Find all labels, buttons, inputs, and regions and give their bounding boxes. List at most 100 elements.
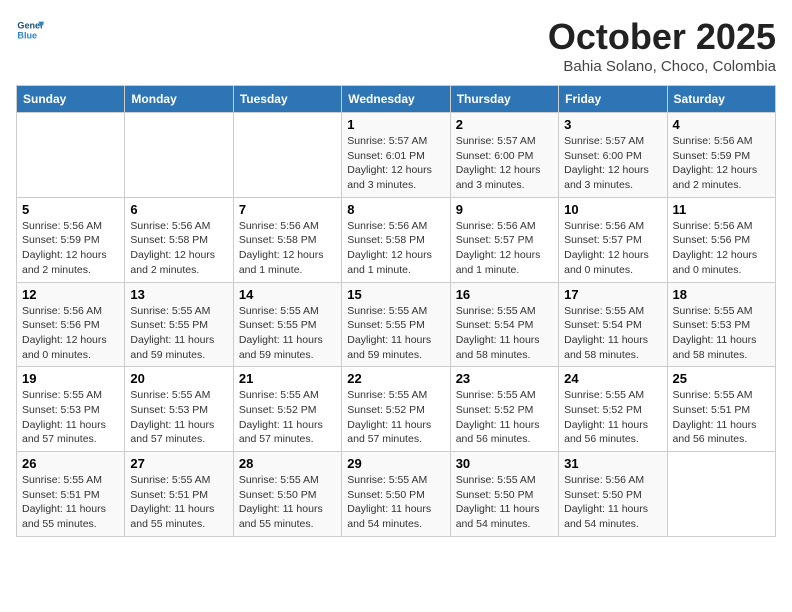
day-info: Sunrise: 5:56 AMSunset: 5:57 PMDaylight:…	[564, 219, 661, 278]
calendar-day-cell: 29 Sunrise: 5:55 AMSunset: 5:50 PMDayligh…	[342, 452, 450, 537]
day-info: Sunrise: 5:55 AMSunset: 5:52 PMDaylight:…	[347, 388, 444, 447]
day-info: Sunrise: 5:55 AMSunset: 5:54 PMDaylight:…	[456, 304, 553, 363]
day-number: 27	[130, 456, 227, 471]
day-number: 19	[22, 371, 119, 386]
calendar-header-row: SundayMondayTuesdayWednesdayThursdayFrid…	[17, 86, 776, 113]
day-number: 1	[347, 117, 444, 132]
day-info: Sunrise: 5:57 AMSunset: 6:01 PMDaylight:…	[347, 134, 444, 193]
logo: General Blue	[16, 16, 44, 44]
calendar-day-cell: 24Sunrise: 5:55 AMSunset: 5:52 PMDayligh…	[559, 367, 667, 452]
calendar-day-cell: 23 Sunrise: 5:55 AMSunset: 5:52 PMDayligh…	[450, 367, 558, 452]
day-info: Sunrise: 5:55 AMSunset: 5:55 PMDaylight:…	[347, 304, 444, 363]
day-info: Sunrise: 5:55 AMSunset: 5:50 PMDaylight:…	[239, 473, 336, 532]
day-info: Sunrise: 5:56 AMSunset: 5:58 PMDaylight:…	[239, 219, 336, 278]
day-number: 6	[130, 202, 227, 217]
calendar-day-cell: 12 Sunrise: 5:56 AMSunset: 5:56 PMDayligh…	[17, 282, 125, 367]
day-number: 15	[347, 287, 444, 302]
day-info: Sunrise: 5:56 AMSunset: 5:57 PMDaylight:…	[456, 219, 553, 278]
day-info: Sunrise: 5:55 AMSunset: 5:50 PMDaylight:…	[347, 473, 444, 532]
svg-text:Blue: Blue	[17, 30, 37, 40]
day-number: 20	[130, 371, 227, 386]
calendar-day-cell: 8 Sunrise: 5:56 AMSunset: 5:58 PMDaylight…	[342, 197, 450, 282]
calendar-day-cell: 31Sunrise: 5:56 AMSunset: 5:50 PMDayligh…	[559, 452, 667, 537]
calendar-day-cell: 7 Sunrise: 5:56 AMSunset: 5:58 PMDaylight…	[233, 197, 341, 282]
day-number: 29	[347, 456, 444, 471]
calendar-day-cell: 9Sunrise: 5:56 AMSunset: 5:57 PMDaylight…	[450, 197, 558, 282]
weekday-header-cell: Sunday	[17, 86, 125, 113]
day-info: Sunrise: 5:55 AMSunset: 5:55 PMDaylight:…	[239, 304, 336, 363]
calendar-day-cell	[667, 452, 775, 537]
day-number: 11	[673, 202, 770, 217]
day-info: Sunrise: 5:56 AMSunset: 5:59 PMDaylight:…	[22, 219, 119, 278]
day-number: 23	[456, 371, 553, 386]
day-number: 7	[239, 202, 336, 217]
calendar-day-cell: 27 Sunrise: 5:55 AMSunset: 5:51 PMDayligh…	[125, 452, 233, 537]
day-number: 2	[456, 117, 553, 132]
calendar-day-cell: 4 Sunrise: 5:56 AMSunset: 5:59 PMDaylight…	[667, 113, 775, 198]
calendar-day-cell: 22 Sunrise: 5:55 AMSunset: 5:52 PMDayligh…	[342, 367, 450, 452]
calendar-week-row: 19 Sunrise: 5:55 AMSunset: 5:53 PMDayligh…	[17, 367, 776, 452]
page-header: General Blue October 2025 Bahia Solano, …	[16, 16, 776, 75]
weekday-header-cell: Saturday	[667, 86, 775, 113]
day-info: Sunrise: 5:56 AMSunset: 5:58 PMDaylight:…	[347, 219, 444, 278]
day-info: Sunrise: 5:55 AMSunset: 5:54 PMDaylight:…	[564, 304, 661, 363]
calendar-day-cell: 21Sunrise: 5:55 AMSunset: 5:52 PMDayligh…	[233, 367, 341, 452]
day-number: 22	[347, 371, 444, 386]
day-info: Sunrise: 5:56 AMSunset: 5:56 PMDaylight:…	[673, 219, 770, 278]
day-info: Sunrise: 5:55 AMSunset: 5:50 PMDaylight:…	[456, 473, 553, 532]
calendar-day-cell: 5 Sunrise: 5:56 AMSunset: 5:59 PMDaylight…	[17, 197, 125, 282]
day-number: 24	[564, 371, 661, 386]
calendar-week-row: 26Sunrise: 5:55 AMSunset: 5:51 PMDayligh…	[17, 452, 776, 537]
calendar-day-cell: 2 Sunrise: 5:57 AMSunset: 6:00 PMDaylight…	[450, 113, 558, 198]
day-info: Sunrise: 5:55 AMSunset: 5:53 PMDaylight:…	[673, 304, 770, 363]
day-number: 12	[22, 287, 119, 302]
logo-icon: General Blue	[16, 16, 44, 44]
calendar-day-cell: 25 Sunrise: 5:55 AMSunset: 5:51 PMDayligh…	[667, 367, 775, 452]
day-info: Sunrise: 5:55 AMSunset: 5:52 PMDaylight:…	[456, 388, 553, 447]
day-number: 4	[673, 117, 770, 132]
calendar-week-row: 5 Sunrise: 5:56 AMSunset: 5:59 PMDaylight…	[17, 197, 776, 282]
day-number: 25	[673, 371, 770, 386]
calendar-day-cell	[125, 113, 233, 198]
month-title: October 2025	[548, 16, 776, 58]
day-number: 8	[347, 202, 444, 217]
day-info: Sunrise: 5:57 AMSunset: 6:00 PMDaylight:…	[456, 134, 553, 193]
location-subtitle: Bahia Solano, Choco, Colombia	[548, 58, 776, 75]
calendar-table: SundayMondayTuesdayWednesdayThursdayFrid…	[16, 85, 776, 537]
day-info: Sunrise: 5:56 AMSunset: 5:59 PMDaylight:…	[673, 134, 770, 193]
calendar-day-cell: 30Sunrise: 5:55 AMSunset: 5:50 PMDayligh…	[450, 452, 558, 537]
day-number: 5	[22, 202, 119, 217]
calendar-day-cell: 10Sunrise: 5:56 AMSunset: 5:57 PMDayligh…	[559, 197, 667, 282]
calendar-day-cell: 6 Sunrise: 5:56 AMSunset: 5:58 PMDaylight…	[125, 197, 233, 282]
calendar-day-cell	[17, 113, 125, 198]
day-info: Sunrise: 5:56 AMSunset: 5:56 PMDaylight:…	[22, 304, 119, 363]
calendar-day-cell: 19 Sunrise: 5:55 AMSunset: 5:53 PMDayligh…	[17, 367, 125, 452]
day-number: 3	[564, 117, 661, 132]
day-info: Sunrise: 5:55 AMSunset: 5:51 PMDaylight:…	[130, 473, 227, 532]
day-number: 13	[130, 287, 227, 302]
day-info: Sunrise: 5:56 AMSunset: 5:58 PMDaylight:…	[130, 219, 227, 278]
calendar-day-cell: 18 Sunrise: 5:55 AMSunset: 5:53 PMDayligh…	[667, 282, 775, 367]
title-area: October 2025 Bahia Solano, Choco, Colomb…	[548, 16, 776, 75]
day-number: 18	[673, 287, 770, 302]
weekday-header-cell: Wednesday	[342, 86, 450, 113]
calendar-week-row: 1 Sunrise: 5:57 AMSunset: 6:01 PMDaylight…	[17, 113, 776, 198]
day-number: 21	[239, 371, 336, 386]
day-info: Sunrise: 5:55 AMSunset: 5:55 PMDaylight:…	[130, 304, 227, 363]
calendar-day-cell: 28Sunrise: 5:55 AMSunset: 5:50 PMDayligh…	[233, 452, 341, 537]
calendar-body: 1 Sunrise: 5:57 AMSunset: 6:01 PMDaylight…	[17, 113, 776, 537]
day-info: Sunrise: 5:55 AMSunset: 5:51 PMDaylight:…	[673, 388, 770, 447]
calendar-day-cell: 20 Sunrise: 5:55 AMSunset: 5:53 PMDayligh…	[125, 367, 233, 452]
day-info: Sunrise: 5:55 AMSunset: 5:53 PMDaylight:…	[130, 388, 227, 447]
day-number: 17	[564, 287, 661, 302]
calendar-day-cell: 16 Sunrise: 5:55 AMSunset: 5:54 PMDayligh…	[450, 282, 558, 367]
day-number: 31	[564, 456, 661, 471]
day-number: 14	[239, 287, 336, 302]
day-info: Sunrise: 5:55 AMSunset: 5:53 PMDaylight:…	[22, 388, 119, 447]
weekday-header-cell: Friday	[559, 86, 667, 113]
day-info: Sunrise: 5:55 AMSunset: 5:51 PMDaylight:…	[22, 473, 119, 532]
calendar-day-cell: 14 Sunrise: 5:55 AMSunset: 5:55 PMDayligh…	[233, 282, 341, 367]
day-number: 16	[456, 287, 553, 302]
calendar-day-cell: 11 Sunrise: 5:56 AMSunset: 5:56 PMDayligh…	[667, 197, 775, 282]
calendar-day-cell: 15 Sunrise: 5:55 AMSunset: 5:55 PMDayligh…	[342, 282, 450, 367]
